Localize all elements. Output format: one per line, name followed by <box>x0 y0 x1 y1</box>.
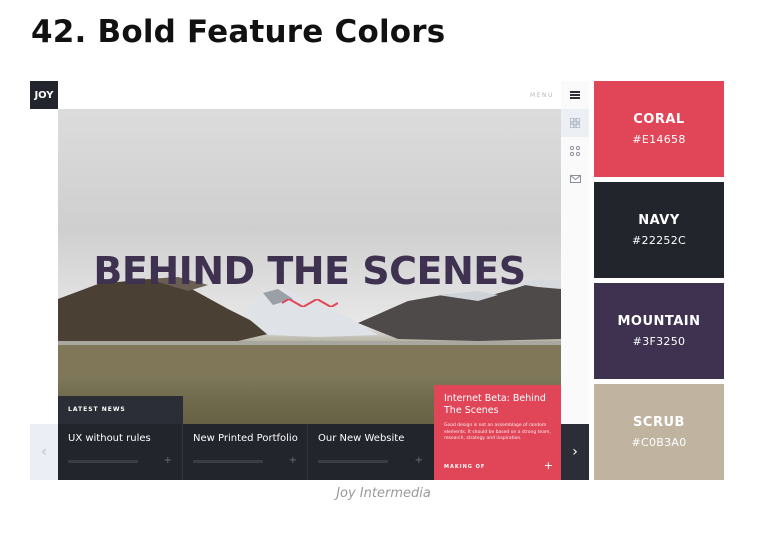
swatch-name: SCRUB <box>633 415 685 430</box>
prev-arrow-button[interactable]: ‹ <box>30 424 58 480</box>
news-item[interactable]: UX without rules + <box>58 424 183 480</box>
menu-link[interactable]: MENU <box>530 92 554 99</box>
feature-title: Internet Beta: Behind The Scenes <box>444 393 546 416</box>
site-logo[interactable]: JOY <box>30 81 58 109</box>
swatch-hex: #3F3250 <box>632 335 686 348</box>
hero-title: BEHIND THE SCENES <box>93 249 526 293</box>
news-item-title: New Printed Portfolio <box>193 433 298 444</box>
plus-icon[interactable]: + <box>289 455 297 466</box>
color-swatch-coral: CORAL #E14658 <box>594 81 724 177</box>
feature-meta: MAKING OF <box>444 464 486 470</box>
next-arrow-button[interactable]: › <box>561 424 589 480</box>
news-item-meta <box>68 460 138 463</box>
swatch-name: CORAL <box>633 112 685 127</box>
color-swatch-mountain: MOUNTAIN #3F3250 <box>594 283 724 379</box>
feature-card[interactable]: Internet Beta: Behind The Scenes Good de… <box>434 385 561 480</box>
news-item[interactable]: New Printed Portfolio + <box>183 424 308 480</box>
news-item-title: Our New Website <box>318 433 405 444</box>
color-swatch-scrub: SCRUB #C0B3A0 <box>594 384 724 480</box>
swatch-name: MOUNTAIN <box>617 314 701 329</box>
swatch-hex: #C0B3A0 <box>631 436 687 449</box>
menu-icon[interactable] <box>561 81 589 109</box>
news-item-meta <box>318 460 388 463</box>
article-heading: 42. Bold Feature Colors <box>31 14 446 50</box>
news-item-title: UX without rules <box>68 433 151 444</box>
icon-rail <box>561 81 589 424</box>
news-item[interactable]: Our New Website + <box>308 424 433 480</box>
news-item-meta <box>193 460 263 463</box>
mail-icon[interactable] <box>561 165 589 193</box>
swatch-hex: #E14658 <box>632 133 686 146</box>
swatch-hex: #22252C <box>632 234 686 247</box>
news-bar: UX without rules + New Printed Portfolio… <box>58 424 434 480</box>
plus-icon[interactable]: + <box>415 455 423 466</box>
latest-news-label: LATEST NEWS <box>58 396 183 424</box>
image-caption: Joy Intermedia <box>336 486 431 501</box>
plus-icon[interactable]: + <box>164 455 172 466</box>
website-screenshot: JOY MENU BEHIND THE SCENES LATEST NEWS U… <box>30 81 589 480</box>
apps-icon[interactable] <box>561 137 589 165</box>
color-swatch-navy: NAVY #22252C <box>594 182 724 278</box>
plus-icon[interactable]: + <box>544 459 553 472</box>
wave-divider <box>282 299 338 307</box>
feature-body: Good design is not an assemblage of rand… <box>444 423 551 441</box>
swatch-name: NAVY <box>638 213 680 228</box>
grid-icon[interactable] <box>561 109 589 137</box>
